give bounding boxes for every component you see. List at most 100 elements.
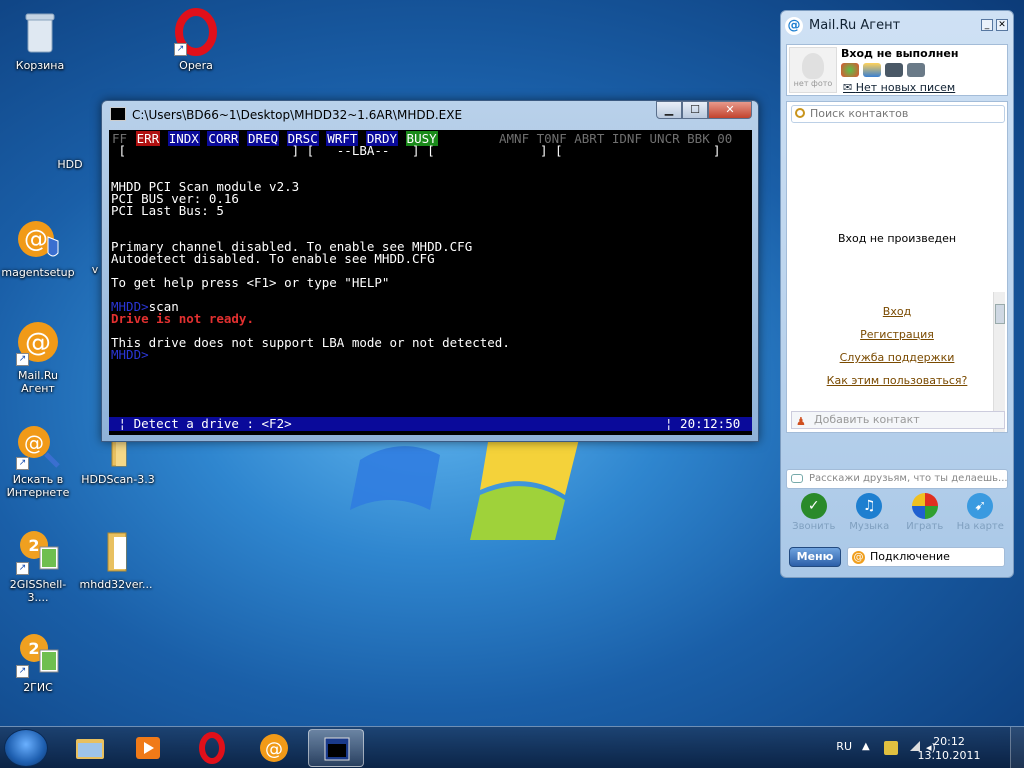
status-message-input[interactable]: Расскажи друзьям, что ты делаешь... bbox=[786, 469, 1008, 489]
contact-search-input[interactable]: Поиск контактов bbox=[791, 105, 1005, 123]
mailru-agent-desktop-icon[interactable]: @ ↗ Mail.Ru Агент bbox=[0, 318, 76, 395]
mhdd-console-window[interactable]: C:\Users\BD66~1\Desktop\MHDD32~1.6AR\MHD… bbox=[101, 100, 759, 442]
mail-agent-setup-icon: @ bbox=[14, 215, 62, 263]
opera-icon: ↗ bbox=[172, 8, 220, 56]
2gis-desktop-icon[interactable]: 2 ↗ 2ГИС bbox=[0, 630, 76, 694]
connection-label: Подключение bbox=[870, 550, 950, 563]
agent-close-button[interactable]: ✕ bbox=[996, 19, 1008, 31]
support-link[interactable]: Служба поддержки bbox=[787, 351, 1007, 364]
svg-text:@: @ bbox=[24, 225, 48, 253]
login-link[interactable]: Вход bbox=[787, 305, 1007, 318]
games-app[interactable]: Играть bbox=[900, 493, 950, 541]
console-line: To get help press <F1> or type "HELP" bbox=[111, 275, 390, 290]
console-line: PCI Last Bus: 5 bbox=[111, 203, 224, 218]
svg-text:@: @ bbox=[24, 431, 44, 455]
camera-icon[interactable] bbox=[885, 63, 903, 77]
magentsetup-label: magentsetup bbox=[1, 266, 75, 279]
speech-bubble-icon bbox=[791, 474, 803, 483]
agent-title: Mail.Ru Агент bbox=[809, 18, 901, 33]
edit-profile-icon[interactable] bbox=[863, 63, 881, 77]
not-logged-message: Вход не произведен bbox=[837, 232, 957, 245]
gisshell-label: 2GISShell-3.... bbox=[9, 578, 67, 604]
scrollbar-thumb[interactable] bbox=[995, 304, 1005, 324]
clock-time: 20:12 bbox=[933, 735, 965, 748]
call-label: Звонить bbox=[792, 521, 836, 532]
hdd-partial-icon[interactable]: HDD bbox=[50, 158, 90, 171]
music-app[interactable]: ♫ Музыка bbox=[844, 493, 894, 541]
mailru-agent-label: Mail.Ru Агент bbox=[18, 369, 58, 395]
hddscan-label: HDDScan-3.3 bbox=[81, 473, 155, 486]
svg-text:@: @ bbox=[265, 739, 283, 760]
menu-button[interactable]: Меню bbox=[789, 547, 841, 567]
close-button[interactable]: ✕ bbox=[708, 101, 752, 119]
search-placeholder: Поиск контактов bbox=[810, 107, 909, 120]
contact-list[interactable]: Поиск контактов Вход не произведен Вход … bbox=[786, 101, 1008, 433]
svg-text:2: 2 bbox=[28, 536, 39, 555]
search-internet-desktop-icon[interactable]: @ ↗ Искать в Интернете bbox=[0, 422, 76, 499]
connection-status[interactable]: @ Подключение bbox=[847, 547, 1005, 567]
language-indicator[interactable]: RU bbox=[836, 740, 852, 753]
games-icon bbox=[911, 493, 938, 519]
window-titlebar[interactable]: C:\Users\BD66~1\Desktop\MHDD32~1.6AR\MHD… bbox=[102, 101, 758, 129]
recycle-bin-desktop-icon[interactable]: Корзина bbox=[2, 8, 78, 72]
brackets-line: [ ] [ --LBA-- ] [ ] [ ] bbox=[111, 143, 721, 158]
console-icon bbox=[324, 737, 350, 761]
compass-icon: ➹ bbox=[967, 493, 994, 519]
console-output[interactable]: FF ERR INDX CORR DREQ DRSC WRFT DRDY BUS… bbox=[109, 130, 752, 435]
taskbar-console[interactable] bbox=[308, 729, 364, 767]
mhdd32ver-desktop-icon[interactable]: mhdd32ver... bbox=[78, 527, 154, 591]
minimize-button[interactable]: ▁ bbox=[656, 101, 682, 119]
console-icon bbox=[110, 107, 126, 121]
map-label: На карте bbox=[956, 521, 1004, 532]
taskbar: @ RU ▲ ◂) 20:12 13.10.2011 bbox=[0, 726, 1024, 768]
recycle-bin-label: Корзина bbox=[15, 59, 65, 72]
action-center-icon[interactable] bbox=[884, 741, 898, 755]
taskbar-mail-agent[interactable]: @ bbox=[246, 729, 302, 767]
status-placeholder: Расскажи друзьям, что ты делаешь... bbox=[809, 473, 1008, 484]
clock[interactable]: 20:12 13.10.2011 bbox=[914, 735, 984, 763]
avatar-placeholder-icon bbox=[802, 53, 824, 79]
howto-link[interactable]: Как этим пользоваться? bbox=[787, 374, 1007, 387]
console-line: Autodetect disabled. To enable see MHDD.… bbox=[111, 251, 435, 266]
call-icon: ✓ bbox=[800, 493, 827, 519]
start-button[interactable] bbox=[4, 729, 48, 767]
map-app[interactable]: ➹ На карте bbox=[955, 493, 1005, 541]
opera-desktop-icon[interactable]: ↗ Opera bbox=[158, 8, 234, 72]
clock-date: 13.10.2011 bbox=[917, 749, 981, 762]
error-line: Drive is not ready. bbox=[111, 311, 254, 326]
taskbar-opera[interactable] bbox=[184, 729, 240, 767]
show-desktop-button[interactable] bbox=[1010, 727, 1024, 768]
mail-agent-logo-icon: @ bbox=[785, 17, 803, 35]
recycle-bin-icon bbox=[16, 8, 64, 56]
mail-notification-link[interactable]: ✉ Нет новых писем bbox=[843, 81, 955, 94]
window-title: C:\Users\BD66~1\Desktop\MHDD32~1.6AR\MHD… bbox=[132, 108, 463, 122]
profile-status: Вход не выполнен bbox=[841, 47, 959, 60]
mail-agent-icon: @ ↗ bbox=[14, 318, 62, 366]
shortcut-arrow-icon: ↗ bbox=[16, 353, 29, 366]
taskbar-explorer[interactable] bbox=[62, 729, 118, 767]
mailru-agent-window[interactable]: @ Mail.Ru Агент _ ✕ нет фото Вход не вып… bbox=[780, 10, 1014, 578]
console-statusbar: ¦ Detect a drive : <F2> ¦ 20:12:50 bbox=[109, 417, 752, 431]
mail-agent-icon: @ bbox=[260, 734, 288, 762]
console-line: This drive does not support LBA mode or … bbox=[111, 335, 510, 350]
agent-titlebar[interactable]: @ Mail.Ru Агент _ ✕ bbox=[781, 11, 1013, 41]
agent-minimize-button[interactable]: _ bbox=[981, 19, 993, 31]
folder-icon bbox=[92, 527, 140, 575]
video-icon[interactable] bbox=[907, 63, 925, 77]
music-icon: ♫ bbox=[856, 493, 883, 519]
taskbar-media-player[interactable] bbox=[120, 729, 176, 767]
opera-label: Opera bbox=[179, 59, 213, 72]
status-icon[interactable] bbox=[841, 63, 859, 77]
call-app[interactable]: ✓ Звонить bbox=[789, 493, 839, 541]
gisshell-desktop-icon[interactable]: 2 ↗ 2GISShell-3.... bbox=[0, 527, 76, 604]
register-link[interactable]: Регистрация bbox=[787, 328, 1007, 341]
add-contact-button[interactable]: ♟ Добавить контакт bbox=[791, 411, 1005, 429]
2gis-icon: 2 ↗ bbox=[14, 630, 62, 678]
maximize-button[interactable]: ☐ bbox=[682, 101, 708, 119]
shortcut-arrow-icon: ↗ bbox=[16, 457, 29, 470]
search-internet-icon: @ ↗ bbox=[14, 422, 62, 470]
tray-expand-icon[interactable]: ▲ bbox=[862, 741, 876, 755]
avatar[interactable]: нет фото bbox=[789, 47, 837, 93]
magentsetup-desktop-icon[interactable]: @ magentsetup bbox=[0, 215, 76, 279]
prompt: MHDD> bbox=[111, 347, 149, 362]
